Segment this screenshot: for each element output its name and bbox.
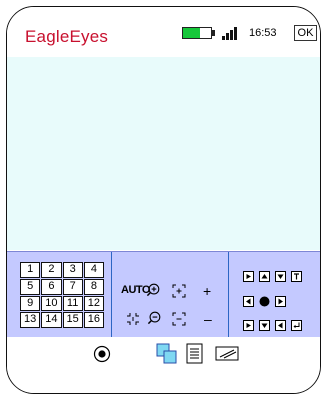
record-icon[interactable] — [93, 345, 111, 363]
ok-button[interactable]: OK — [294, 25, 317, 41]
channel-button-8[interactable]: 8 — [83, 278, 104, 295]
channel-button-5[interactable]: 5 — [20, 278, 41, 295]
channel-button-7[interactable]: 7 — [62, 278, 83, 295]
channel-button-9[interactable]: 9 — [20, 295, 41, 312]
tour-icon[interactable] — [291, 271, 302, 282]
channel-button-2[interactable]: 2 — [41, 262, 62, 278]
battery-level — [183, 28, 200, 38]
phone-frame: EagleEyes 16:53 OK 1 2 3 4 5 6 7 8 9 10 11 12 13 14 15… — [6, 6, 321, 394]
app-title: EagleEyes — [25, 27, 109, 46]
center-icon[interactable] — [258, 295, 271, 308]
multi-view-icon[interactable] — [156, 343, 178, 365]
list-icon[interactable] — [186, 343, 203, 364]
zoom-out-icon[interactable] — [147, 311, 161, 325]
zoom-in-icon[interactable] — [146, 283, 160, 297]
channel-grid: 1 2 3 4 5 6 7 8 9 10 11 12 13 14 15 16 — [20, 262, 104, 328]
channel-button-3[interactable]: 3 — [62, 262, 83, 278]
channel-button-10[interactable]: 10 — [41, 295, 62, 312]
snapshot-icon[interactable] — [215, 346, 239, 361]
channel-button-14[interactable]: 14 — [41, 312, 62, 328]
channel-button-4[interactable]: 4 — [83, 262, 104, 278]
down-arrow-icon[interactable] — [275, 271, 286, 282]
focus-near-alt-icon[interactable] — [172, 312, 186, 326]
back-arrow-icon[interactable] — [275, 320, 286, 331]
signal-strength-icon — [222, 26, 244, 40]
status-bar: EagleEyes 16:53 OK — [7, 7, 320, 58]
preset-icon[interactable] — [243, 271, 254, 282]
iris-close-icon[interactable]: – — [204, 312, 212, 326]
enter-icon[interactable] — [291, 320, 302, 331]
video-view[interactable] — [7, 57, 320, 250]
control-panel: 1 2 3 4 5 6 7 8 9 10 11 12 13 14 15 16 AUTO + — [7, 251, 320, 338]
divider — [111, 252, 112, 337]
bottom-nav — [7, 337, 320, 393]
channel-button-13[interactable]: 13 — [20, 312, 41, 328]
right-arrow-icon[interactable] — [275, 296, 286, 307]
channel-button-12[interactable]: 12 — [83, 295, 104, 312]
channel-button-6[interactable]: 6 — [41, 278, 62, 295]
battery-icon — [182, 27, 212, 39]
down-left-arrow-icon[interactable] — [243, 320, 254, 331]
channel-button-11[interactable]: 11 — [62, 295, 83, 312]
iris-open-icon[interactable]: + — [203, 284, 211, 298]
clock: 16:53 — [249, 27, 277, 39]
down-arrow-2-icon[interactable] — [259, 320, 270, 331]
focus-near-icon[interactable] — [172, 284, 186, 298]
channel-button-15[interactable]: 15 — [62, 312, 83, 328]
focus-far-icon[interactable] — [126, 312, 140, 326]
left-arrow-icon[interactable] — [243, 296, 254, 307]
battery-tip — [212, 30, 215, 36]
up-arrow-icon[interactable] — [259, 271, 270, 282]
divider — [228, 252, 229, 337]
channel-button-16[interactable]: 16 — [83, 312, 104, 328]
channel-button-1[interactable]: 1 — [20, 262, 41, 278]
